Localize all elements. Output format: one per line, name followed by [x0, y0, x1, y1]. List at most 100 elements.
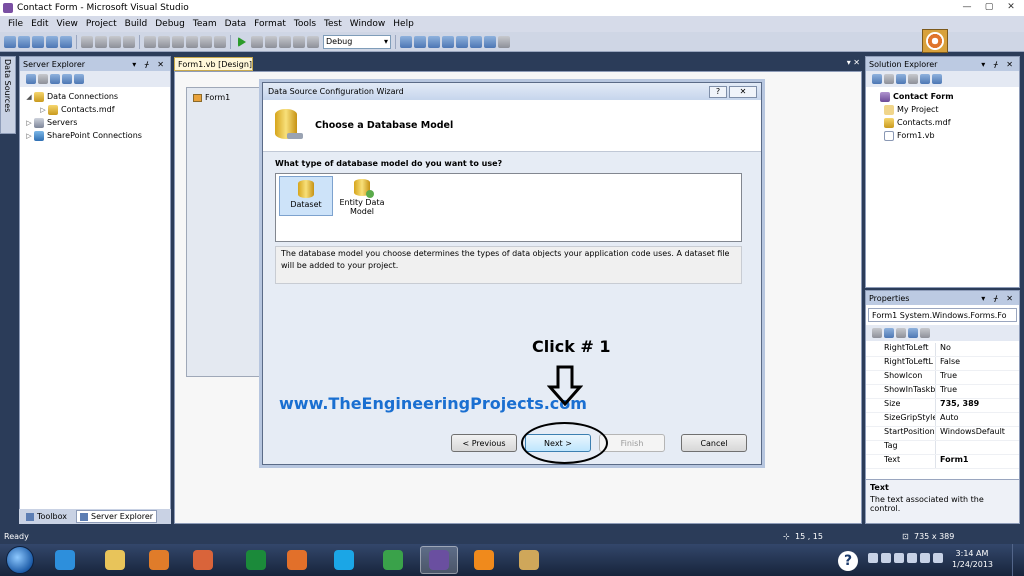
collapse-icon[interactable]: ◢ — [24, 93, 34, 101]
cut-icon[interactable] — [81, 35, 93, 48]
step-over-icon[interactable] — [307, 35, 319, 48]
object-selector[interactable]: Form1 System.Windows.Forms.Fo — [868, 308, 1017, 322]
view-code-icon[interactable] — [908, 74, 918, 84]
tray-wifi-icon[interactable] — [920, 553, 930, 563]
panel-pin-controls[interactable]: ▾ ᚋ ✕ — [132, 60, 167, 69]
categorized-icon[interactable] — [872, 328, 882, 338]
tab-form1-design[interactable]: Form1.vb [Design] — [174, 57, 253, 71]
refresh-icon[interactable] — [896, 74, 906, 84]
find-in-files-icon[interactable] — [400, 35, 412, 48]
properties-view-icon[interactable] — [896, 328, 906, 338]
configuration-dropdown[interactable]: Debug ▾ — [323, 34, 391, 49]
menu-data[interactable]: Data — [221, 19, 251, 29]
close-button[interactable]: ✕ — [1000, 0, 1022, 14]
copy-icon[interactable] — [95, 35, 107, 48]
object-browser-icon[interactable] — [442, 35, 454, 48]
step-icon[interactable] — [293, 35, 305, 48]
tray-network-icon[interactable] — [881, 553, 891, 563]
menu-help[interactable]: Help — [389, 19, 418, 29]
property-row[interactable]: Tag — [866, 441, 1019, 455]
comment-icon[interactable] — [144, 35, 156, 48]
show-desktop-button[interactable] — [1012, 544, 1024, 576]
expand-icon[interactable]: ▷ — [24, 132, 34, 140]
model-option-entity-data-model[interactable]: Entity Data Model — [335, 176, 389, 216]
taskbar-app-button[interactable] — [325, 546, 363, 574]
panel-pin-controls[interactable]: ▾ ᚋ ✕ — [981, 60, 1016, 69]
start-debugging-icon[interactable] — [238, 36, 246, 47]
taskbar-app-button[interactable] — [46, 546, 84, 574]
system-clock[interactable]: 3:14 AM 1/24/2013 — [952, 548, 993, 570]
start-page-icon[interactable] — [470, 35, 482, 48]
refresh-icon[interactable] — [26, 74, 36, 84]
close-button[interactable]: ✕ — [729, 85, 757, 98]
alphabetical-icon[interactable] — [884, 328, 894, 338]
solution-explorer-icon[interactable] — [414, 35, 426, 48]
tray-arrow-icon[interactable] — [868, 553, 878, 563]
property-row[interactable]: RightToLeft No — [866, 343, 1019, 357]
uncomment-icon[interactable] — [158, 35, 170, 48]
start-button[interactable] — [6, 546, 34, 574]
tree-item-data-connections[interactable]: ◢ Data Connections — [24, 90, 170, 103]
menu-window[interactable]: Window — [346, 19, 390, 29]
tree-item-contacts-mdf[interactable]: Contacts.mdf — [870, 116, 1019, 129]
maximize-button[interactable]: ▢ — [978, 0, 1000, 14]
tray-volume-icon[interactable] — [933, 553, 943, 563]
tab-server-explorer[interactable]: Server Explorer — [76, 510, 158, 523]
menu-edit[interactable]: Edit — [27, 19, 52, 29]
menu-tools[interactable]: Tools — [290, 19, 320, 29]
tree-item-form1-vb[interactable]: Form1.vb — [870, 129, 1019, 142]
taskbar-app-button[interactable] — [465, 546, 503, 574]
data-sources-tab[interactable]: Data Sources — [0, 56, 16, 134]
taskbar-app-button[interactable] — [96, 546, 134, 574]
previous-button[interactable]: < Previous — [451, 434, 517, 452]
finish-button[interactable]: Finish — [599, 434, 665, 452]
menu-debug[interactable]: Debug — [151, 19, 189, 29]
save-all-icon[interactable] — [60, 35, 72, 48]
property-row[interactable]: Text Form1 — [866, 455, 1019, 469]
menu-file[interactable]: File — [4, 19, 27, 29]
minimize-button[interactable]: — — [956, 0, 978, 14]
navigate-forward-icon[interactable] — [214, 35, 226, 48]
tree-item-contacts-mdf[interactable]: ▷ Contacts.mdf — [24, 103, 170, 116]
tray-battery-icon[interactable] — [907, 553, 917, 563]
connect-to-server-icon[interactable] — [62, 74, 72, 84]
stop-refresh-icon[interactable] — [38, 74, 48, 84]
model-option-dataset[interactable]: Dataset — [279, 176, 333, 216]
pause-icon[interactable] — [251, 35, 263, 48]
panel-pin-controls[interactable]: ▾ ᚋ ✕ — [981, 294, 1016, 303]
paste-icon[interactable] — [109, 35, 121, 48]
taskbar-app-button[interactable] — [140, 546, 178, 574]
save-icon[interactable] — [46, 35, 58, 48]
menu-test[interactable]: Test — [320, 19, 346, 29]
view-designer-icon[interactable] — [920, 74, 930, 84]
class-diagram-icon[interactable] — [932, 74, 942, 84]
menu-build[interactable]: Build — [121, 19, 152, 29]
stop-icon[interactable] — [265, 35, 277, 48]
taskbar-app-button[interactable] — [278, 546, 316, 574]
tree-item-my-project[interactable]: My Project — [870, 103, 1019, 116]
property-pages-icon[interactable] — [920, 328, 930, 338]
connect-to-database-icon[interactable] — [50, 74, 60, 84]
menu-view[interactable]: View — [53, 19, 82, 29]
show-all-files-icon[interactable] — [884, 74, 894, 84]
taskbar-app-button[interactable] — [237, 546, 275, 574]
open-file-icon[interactable] — [32, 35, 44, 48]
navigate-back-icon[interactable] — [200, 35, 212, 48]
property-row[interactable]: SizeGripStyle Auto — [866, 413, 1019, 427]
properties-icon[interactable] — [872, 74, 882, 84]
new-project-icon[interactable] — [4, 35, 16, 48]
property-row[interactable]: ShowInTaskb True — [866, 385, 1019, 399]
properties-icon[interactable] — [428, 35, 440, 48]
tray-flag-icon[interactable] — [894, 553, 904, 563]
expand-icon[interactable]: ▷ — [38, 106, 48, 114]
tree-item-contact-form[interactable]: Contact Form — [870, 90, 1019, 103]
undo-icon[interactable] — [172, 35, 184, 48]
cancel-button[interactable]: Cancel — [681, 434, 747, 452]
property-row[interactable]: ShowIcon True — [866, 371, 1019, 385]
menu-project[interactable]: Project — [82, 19, 121, 29]
property-row[interactable]: RightToLeftL False — [866, 357, 1019, 371]
extension-manager-icon[interactable] — [484, 35, 496, 48]
taskbar-app-button[interactable] — [184, 546, 222, 574]
tab-toolbox[interactable]: Toolbox — [23, 510, 70, 523]
taskbar-app-button[interactable] — [510, 546, 548, 574]
